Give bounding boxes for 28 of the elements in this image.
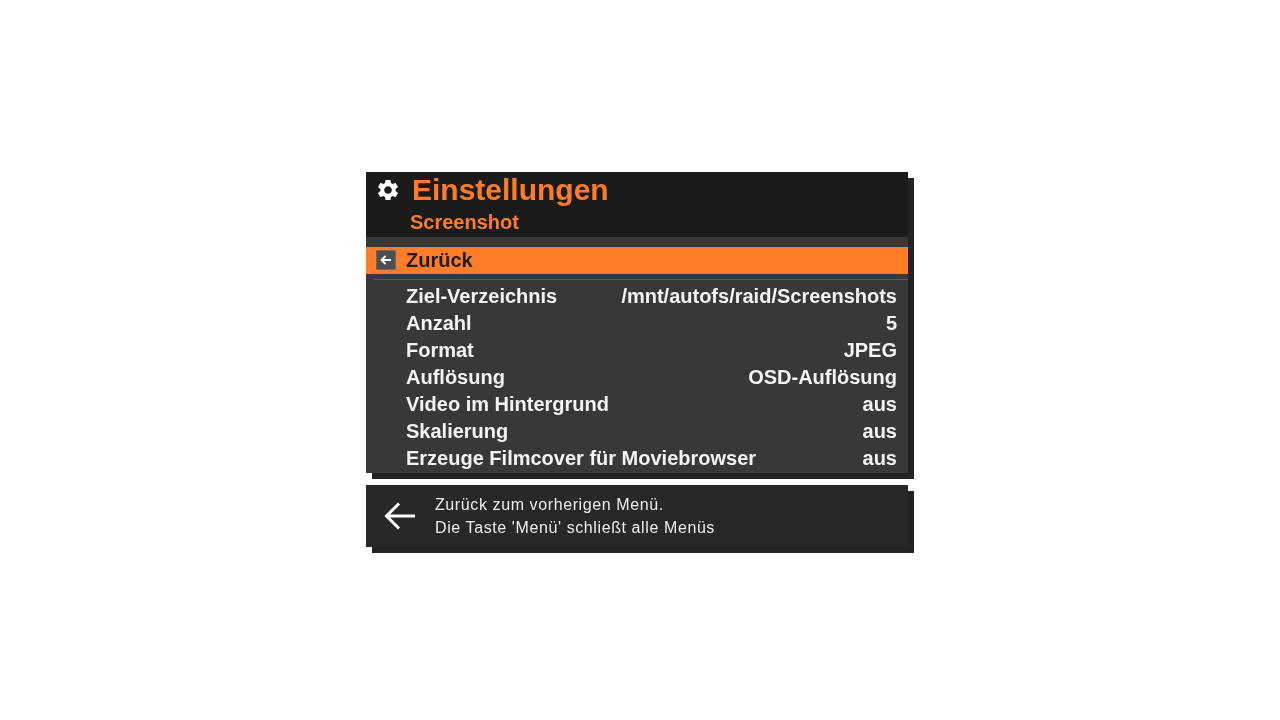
setting-label: Anzahl (406, 311, 472, 336)
setting-label: Auflösung (406, 365, 505, 390)
setting-value: OSD-Auflösung (748, 365, 897, 390)
back-menu-item[interactable]: Zurück (366, 247, 908, 274)
setting-label: Skalierung (406, 419, 509, 444)
setting-label: Ziel-Verzeichnis (406, 284, 558, 309)
menu-item[interactable]: Format JPEG (366, 337, 908, 364)
menu-item[interactable]: Video im Hintergrund aus (366, 391, 908, 418)
menu-subtitle: Screenshot (410, 210, 519, 234)
setting-value: JPEG (843, 338, 897, 363)
setting-value: aus (862, 392, 897, 417)
back-arrow-icon (384, 500, 416, 532)
menu-title: Einstellungen (412, 174, 609, 206)
setting-label: Format (406, 338, 474, 363)
setting-value: aus (862, 446, 897, 471)
help-text: Die Taste 'Menü' schließt alle Menüs (435, 518, 715, 538)
menu-item[interactable]: Erzeuge Filmcover für Moviebrowser aus (366, 445, 908, 472)
setting-label: Erzeuge Filmcover für Moviebrowser (406, 446, 757, 471)
settings-icon (378, 180, 398, 200)
setting-value: 5 (885, 311, 897, 336)
setting-value: /mnt/autofs/raid/Screenshots (621, 284, 897, 309)
help-text: Zurück zum vorherigen Menü. (435, 495, 664, 515)
menu-item[interactable]: Skalierung aus (366, 418, 908, 445)
menu-item[interactable]: Auflösung OSD-Auflösung (366, 364, 908, 391)
menu-item[interactable]: Ziel-Verzeichnis /mnt/autofs/raid/Screenshots (366, 283, 908, 310)
menu-item[interactable]: Anzahl 5 (366, 310, 908, 337)
setting-label: Video im Hintergrund (406, 392, 609, 417)
setting-value: aus (862, 419, 897, 444)
